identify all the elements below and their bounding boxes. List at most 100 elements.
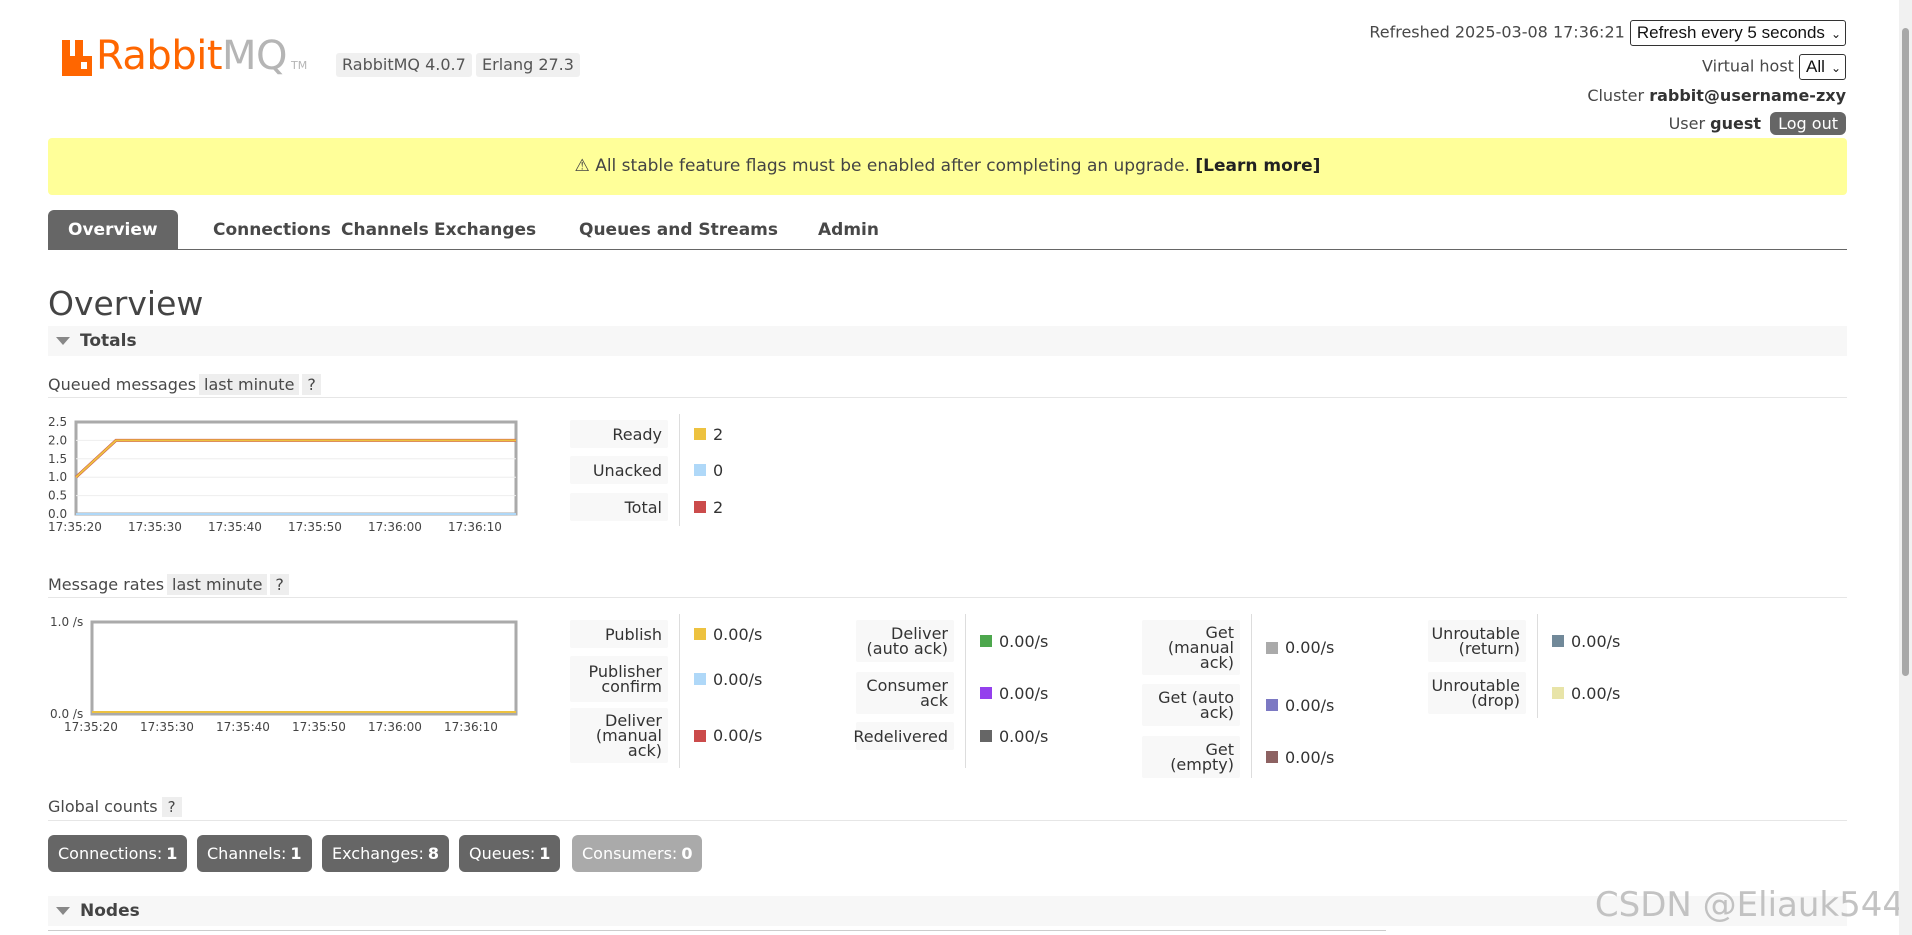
exchanges-count-button[interactable]: Exchanges: 8 <box>322 835 450 872</box>
x-tick-label: 17:35:50 <box>288 520 342 534</box>
channels-count-button[interactable]: Channels: 1 <box>197 835 312 872</box>
stat-divider <box>679 614 680 768</box>
rabbitmq-logo[interactable]: RabbitMQ TM <box>62 34 307 76</box>
queued-range-selector[interactable]: last minute <box>199 374 300 395</box>
refreshed-timestamp: Refreshed 2025-03-08 17:36:21 <box>1369 22 1625 42</box>
queued-messages-label: Queued messages <box>48 375 197 394</box>
y-tick-label: 0.0 <box>48 507 67 521</box>
stat-label-get-empty: Get (empty) <box>1142 736 1240 778</box>
queued-help-button[interactable]: ? <box>302 374 321 395</box>
tab-overview[interactable]: Overview <box>48 210 178 250</box>
refresh-interval-select[interactable]: Refresh every 5 seconds ⌄ <box>1629 20 1846 46</box>
chevron-down-icon: ⌄ <box>1830 61 1841 75</box>
user-label: User <box>1668 114 1706 133</box>
notice-text: ⚠ All stable feature flags must be enabl… <box>574 156 1190 176</box>
x-tick-label: 17:35:30 <box>140 720 194 734</box>
x-tick-label: 17:36:10 <box>448 520 502 534</box>
stat-value-deliver-auto-ack: 0.00/s <box>980 620 1048 662</box>
legend-swatch <box>1266 641 1278 654</box>
legend-swatch <box>1552 687 1564 699</box>
legend-swatch <box>694 464 706 476</box>
nodes-section-toggle[interactable]: Nodes <box>48 896 1847 926</box>
logo-wordmark: RabbitMQ <box>96 33 288 79</box>
legend-swatch <box>1552 635 1564 647</box>
totals-title: Totals <box>80 331 137 351</box>
erlang-version-badge: Erlang 27.3 <box>476 53 580 77</box>
global-help-button[interactable]: ? <box>161 797 182 817</box>
x-tick-label: 17:35:20 <box>64 720 118 734</box>
refresh-row: Refreshed 2025-03-08 17:36:21 Refresh ev… <box>1369 20 1846 46</box>
learn-more-link[interactable]: [Learn more] <box>1195 156 1320 176</box>
x-tick-label: 17:35:40 <box>216 720 270 734</box>
stat-value-total: 2 <box>694 493 723 521</box>
legend-swatch <box>980 635 992 647</box>
x-tick-label: 17:35:30 <box>128 520 182 534</box>
logout-button[interactable]: Log out <box>1770 112 1846 135</box>
collapse-triangle-icon <box>56 907 70 915</box>
stat-label-unroutable-drop: Unroutable (drop) <box>1428 672 1526 714</box>
stat-value-unacked: 0 <box>694 456 723 484</box>
connections-count-button[interactable]: Connections: 1 <box>48 835 188 872</box>
totals-section-toggle[interactable]: Totals <box>48 326 1847 356</box>
stat-label-deliver-auto-ack: Deliver (auto ack) <box>856 620 954 662</box>
queued-messages-chart: 2.5 2.0 1.5 1.0 0.5 0.0 17:35:20 17:35:30 17:35:… <box>48 412 528 542</box>
scrollbar-thumb[interactable] <box>1902 28 1909 676</box>
rabbitmq-version-badge: RabbitMQ 4.0.7 <box>336 53 472 77</box>
legend-swatch <box>980 730 992 742</box>
plot-frame <box>90 620 518 716</box>
page-scrollbar[interactable] <box>1899 0 1912 935</box>
y-tick-label: 0.5 <box>48 489 67 503</box>
stat-value-publish: 0.00/s <box>694 620 762 648</box>
rabbit-logo-icon <box>62 40 92 76</box>
y-tick-label: 1.5 <box>48 452 67 466</box>
cluster-label: Cluster <box>1587 86 1645 105</box>
rates-range-selector[interactable]: last minute <box>167 574 268 595</box>
cluster-name: rabbit@username-zxy <box>1649 86 1846 105</box>
queued-messages-chart-svg: 2.5 2.0 1.5 1.0 0.5 0.017:35:20 17:35:30 17:35:… <box>48 415 518 534</box>
legend-swatch <box>694 501 706 513</box>
stat-value-consumer-ack: 0.00/s <box>980 672 1048 714</box>
stat-divider <box>1537 614 1538 718</box>
stat-label-publish: Publish <box>570 620 668 648</box>
vhost-select[interactable]: All ⌄ <box>1799 54 1846 80</box>
stat-value-unroutable-drop: 0.00/s <box>1552 672 1620 714</box>
rates-help-button[interactable]: ? <box>270 574 289 595</box>
message-rates-label: Message rates <box>48 575 165 594</box>
tab-exchanges[interactable]: Exchanges <box>414 210 556 250</box>
stat-value-publisher-confirm: 0.00/s <box>694 656 762 702</box>
feature-flags-notice: ⚠ All stable feature flags must be enabl… <box>48 138 1847 195</box>
message-rates-header: Message rates last minute? <box>48 574 1847 598</box>
y-tick-label: 1.0 <box>48 470 67 484</box>
legend-swatch <box>980 687 992 699</box>
global-counts-label: Global counts <box>48 797 158 816</box>
y-tick-label: 2.0 <box>48 433 67 447</box>
user-name: guest <box>1710 114 1762 133</box>
stat-label-redelivered: Redelivered <box>853 722 954 750</box>
stat-value-redelivered: 0.00/s <box>980 722 1048 750</box>
x-tick-label: 17:35:50 <box>292 720 346 734</box>
global-counts-header: Global counts? <box>48 797 1847 821</box>
stat-divider <box>679 414 680 526</box>
user-row: User guest Log out <box>1669 112 1846 135</box>
plot-frame <box>74 420 518 516</box>
consumers-count-button[interactable]: Consumers: 0 <box>572 835 703 872</box>
vhost-row: Virtual host All ⌄ <box>1702 54 1846 80</box>
tab-queues-and-streams[interactable]: Queues and Streams <box>559 210 798 250</box>
stat-label-get-manual-ack: Get (manual ack) <box>1142 620 1240 675</box>
legend-swatch <box>694 673 706 685</box>
stat-value-deliver-manual-ack: 0.00/s <box>694 708 762 763</box>
vhost-label: Virtual host <box>1702 56 1794 76</box>
stat-value-ready: 2 <box>694 420 723 448</box>
stat-label-deliver-manual-ack: Deliver (manual ack) <box>570 708 668 763</box>
stat-label-get-auto-ack: Get (auto ack) <box>1142 684 1240 726</box>
legend-swatch <box>694 428 706 440</box>
stat-label-unroutable-return: Unroutable (return) <box>1428 620 1526 662</box>
stat-divider <box>965 614 966 768</box>
x-tick-label: 17:36:00 <box>368 720 422 734</box>
legend-swatch <box>694 628 706 640</box>
cluster-row: Cluster rabbit@username-zxy <box>1587 86 1846 105</box>
main-nav-tabs: Overview Connections Channels Exchanges … <box>48 210 1847 250</box>
stat-value-unroutable-return: 0.00/s <box>1552 620 1620 662</box>
tab-admin[interactable]: Admin <box>798 210 899 250</box>
queues-count-button[interactable]: Queues: 1 <box>459 835 561 872</box>
